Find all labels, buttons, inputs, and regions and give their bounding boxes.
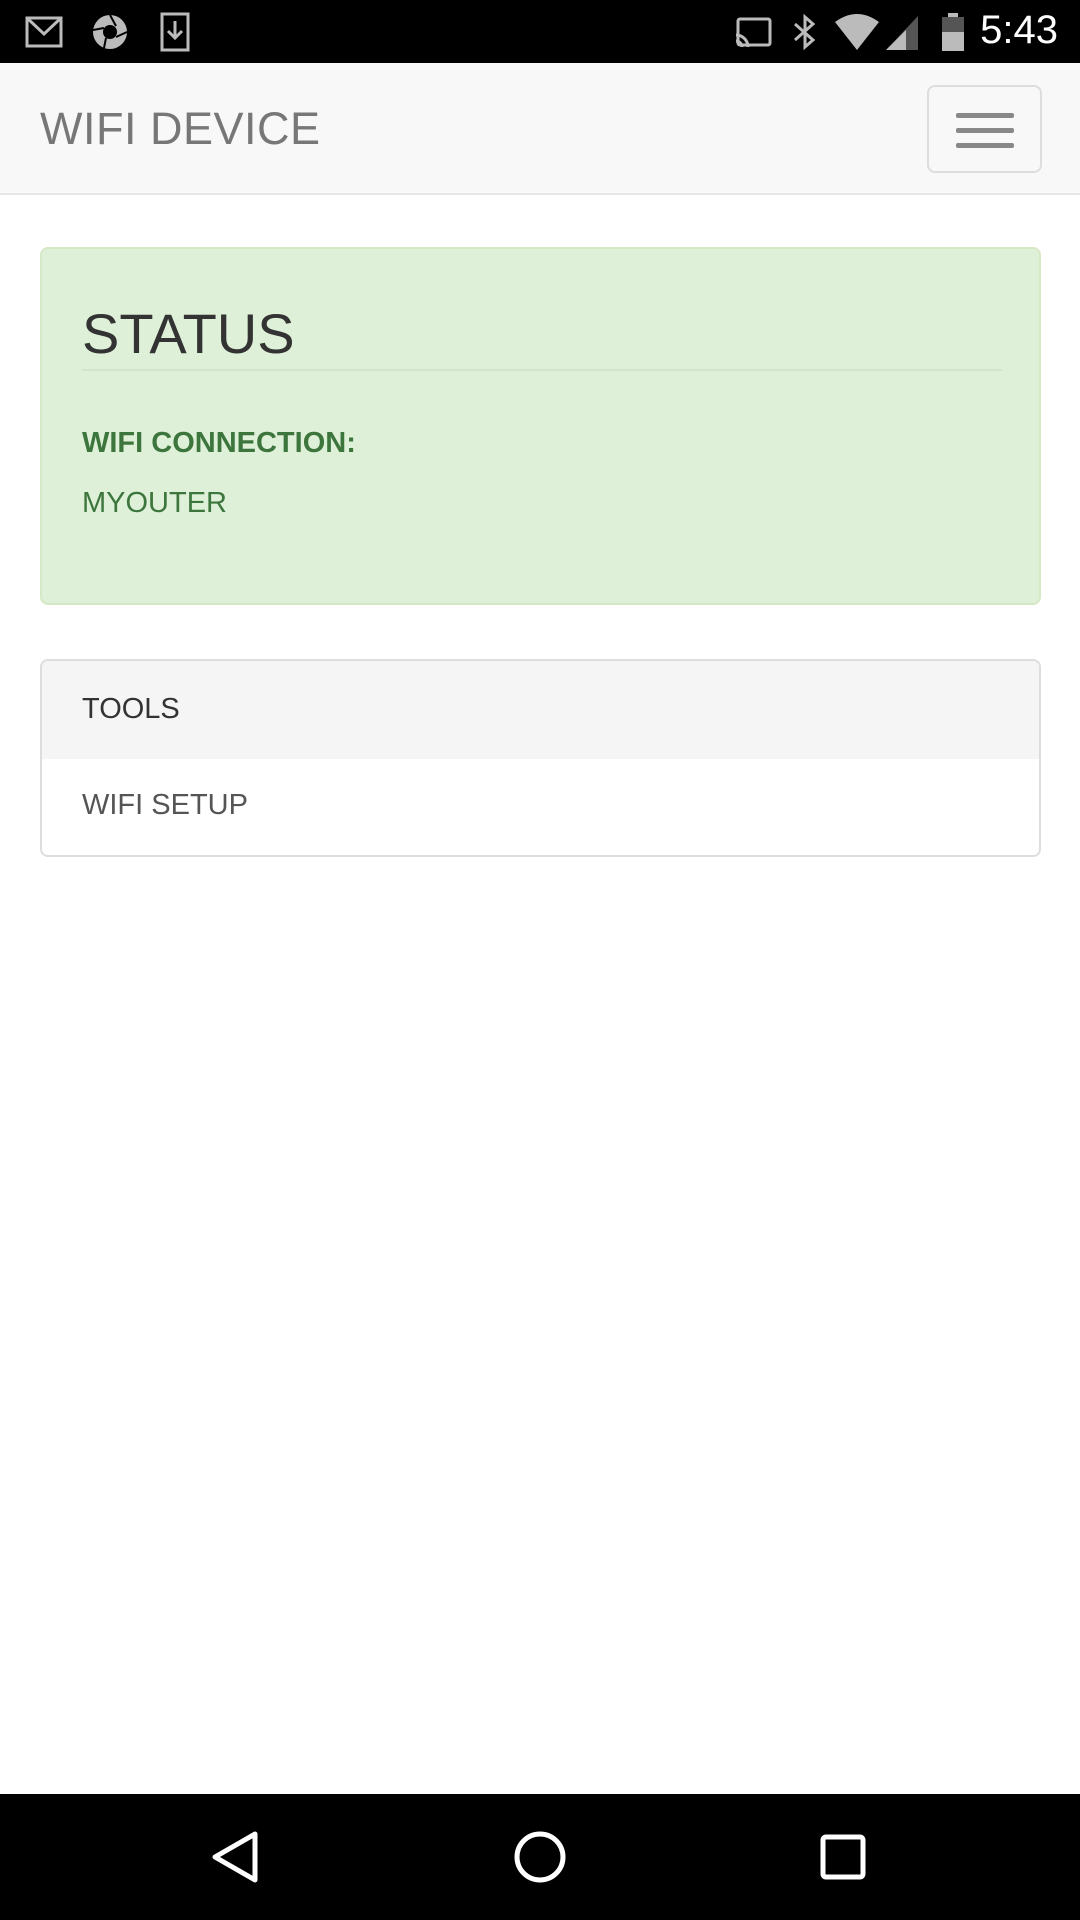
status-bar: 5:43 xyxy=(0,0,1080,63)
gmail-icon xyxy=(25,16,63,48)
tools-heading-label: TOOLS xyxy=(82,693,180,725)
cast-icon xyxy=(735,17,772,48)
status-panel: STATUS WIFI CONNECTION: MYOUTER xyxy=(40,247,1041,605)
home-icon[interactable] xyxy=(505,1822,575,1892)
battery-icon xyxy=(942,13,964,51)
tools-heading: TOOLS xyxy=(42,661,1039,759)
status-title: STATUS xyxy=(82,302,295,365)
menu-toggle-button[interactable] xyxy=(927,85,1042,173)
download-icon xyxy=(160,12,190,52)
wifi-signal-icon xyxy=(835,14,879,50)
bluetooth-icon xyxy=(794,13,816,51)
back-icon[interactable] xyxy=(201,1822,271,1892)
wifi-setup-link[interactable]: WIFI SETUP xyxy=(42,759,1039,855)
wifi-connection-value: MYOUTER xyxy=(82,487,227,519)
wifi-setup-label[interactable]: WIFI SETUP xyxy=(82,789,248,822)
divider xyxy=(82,369,1002,371)
clock: 5:43 xyxy=(980,8,1058,52)
recents-icon[interactable] xyxy=(808,1822,878,1892)
navbar: WIFI DEVICE xyxy=(0,63,1080,195)
brand-title[interactable]: WIFI DEVICE xyxy=(40,103,321,155)
tools-panel: TOOLS WIFI SETUP xyxy=(40,659,1041,857)
cell-signal-icon xyxy=(886,16,918,50)
wifi-connection-label: WIFI CONNECTION: xyxy=(82,427,356,459)
system-nav-bar xyxy=(0,1794,1080,1920)
camera-aperture-icon xyxy=(92,14,128,49)
